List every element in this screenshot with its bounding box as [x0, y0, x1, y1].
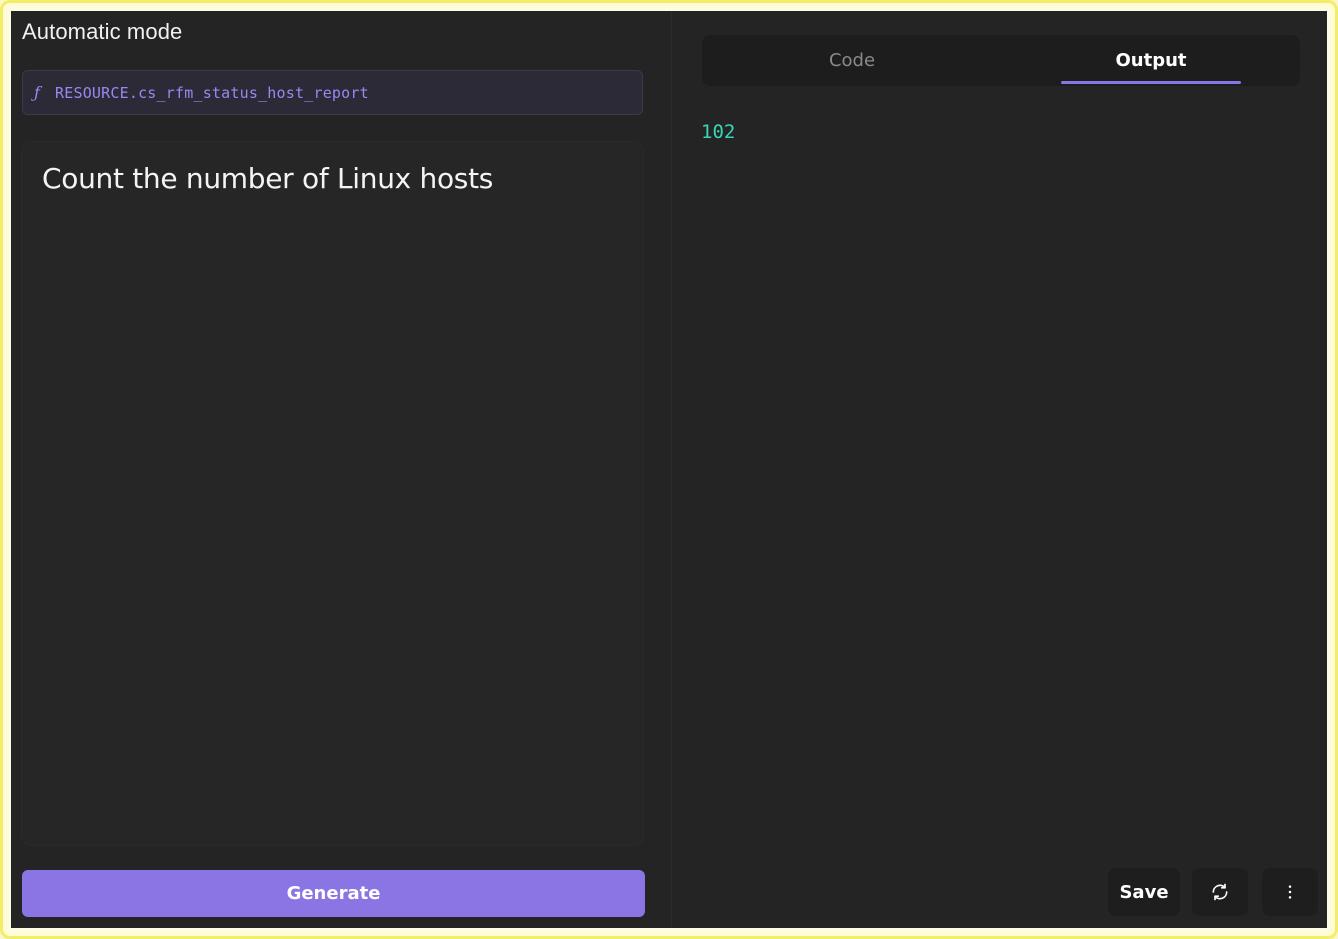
panel-title: Automatic mode	[22, 19, 183, 44]
resource-selector[interactable]: ƒ RESOURCE.cs_rfm_status_host_report	[22, 70, 643, 115]
function-icon: ƒ	[34, 83, 40, 102]
active-tab-indicator	[1061, 81, 1241, 84]
more-options-button[interactable]	[1262, 868, 1318, 916]
generate-button[interactable]: Generate	[22, 870, 645, 917]
output-result: 102	[701, 121, 736, 143]
more-vertical-icon	[1288, 885, 1292, 899]
prompt-text: Count the number of Linux hosts	[42, 162, 494, 195]
refresh-button[interactable]	[1192, 868, 1248, 916]
resource-label: RESOURCE.cs_rfm_status_host_report	[55, 83, 369, 102]
tab-bar: Code Output	[702, 35, 1300, 86]
left-panel: Automatic mode ƒ RESOURCE.cs_rfm_status_…	[11, 11, 672, 928]
tab-code[interactable]: Code	[702, 35, 1002, 86]
app-window: Automatic mode ƒ RESOURCE.cs_rfm_status_…	[11, 11, 1327, 928]
save-button[interactable]: Save	[1108, 868, 1180, 916]
tab-output[interactable]: Output	[1061, 35, 1241, 86]
right-panel: Code Output 102 Save	[672, 11, 1327, 928]
prompt-textarea[interactable]: Count the number of Linux hosts	[22, 142, 643, 845]
refresh-icon	[1212, 883, 1228, 901]
